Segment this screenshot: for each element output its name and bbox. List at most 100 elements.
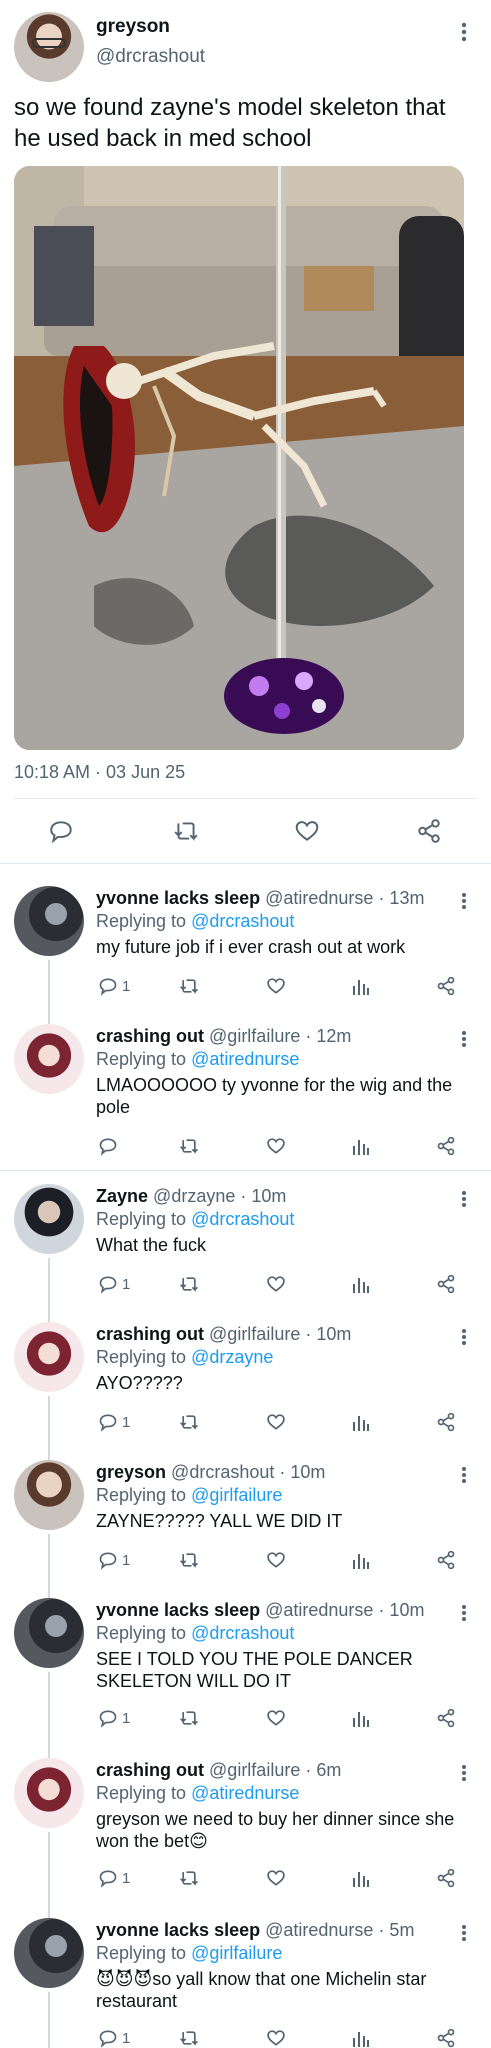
share-icon[interactable] [436,2028,456,2048]
avatar[interactable] [14,886,84,956]
heart-icon[interactable] [266,1550,286,1570]
divider [0,1170,491,1171]
mention-link[interactable]: @girlfailure [191,1485,282,1505]
share-icon[interactable] [436,1550,456,1570]
retweet-icon[interactable] [178,1708,200,1728]
reply-count: 1 [122,1709,131,1727]
reply-text: What the fuck [96,1235,207,1255]
author-name[interactable]: crashing out [96,1760,204,1780]
author-name[interactable]: yvonne lacks sleep [96,888,260,908]
reply-icon[interactable]: 1 [98,976,130,996]
more-icon[interactable] [461,1764,467,1782]
reply-icon[interactable]: 1 [98,1412,130,1432]
analytics-icon[interactable] [352,976,370,996]
retweet-icon[interactable] [178,1412,200,1432]
analytics-icon[interactable] [352,1412,370,1432]
author-name[interactable]: greyson [96,16,170,38]
mention-link[interactable]: @atirednurse [191,1049,299,1069]
heart-icon[interactable] [266,1136,286,1156]
author-name[interactable]: yvonne lacks sleep [96,1600,260,1620]
reply-icon[interactable]: 1 [98,1550,130,1570]
more-icon[interactable] [461,1328,467,1346]
share-icon[interactable] [436,1274,456,1294]
analytics-icon[interactable] [352,2028,370,2048]
reply-text: 😈😈😈so yall know that one Michelin star r… [96,1969,427,2011]
mention-link[interactable]: @girlfailure [191,1943,282,1963]
more-icon[interactable] [461,1604,467,1622]
divider [0,863,491,864]
avatar[interactable] [14,1460,84,1530]
replying-label: Replying to [96,911,192,931]
retweet-icon[interactable] [178,1274,200,1294]
author-name[interactable]: greyson [96,1462,166,1482]
more-icon[interactable] [461,1924,467,1942]
avatar[interactable] [14,1024,84,1094]
mention-link[interactable]: @drcrashout [191,1623,294,1643]
mention-link[interactable]: @drzayne [191,1347,273,1367]
reply-icon[interactable]: 1 [98,1708,130,1728]
heart-icon[interactable] [266,1868,286,1888]
share-icon[interactable] [436,1868,456,1888]
mention-link[interactable]: @drcrashout [191,911,294,931]
reply-icon[interactable] [48,818,74,844]
tweet-text: so we found zayne's model skeleton that … [14,94,446,152]
retweet-icon[interactable] [178,1868,200,1888]
mention-link[interactable]: @atirednurse [191,1783,299,1803]
avatar[interactable] [14,1184,84,1254]
heart-icon[interactable] [266,976,286,996]
heart-icon[interactable] [266,2028,286,2048]
reply-icon[interactable]: 1 [98,1274,130,1294]
reply-icon[interactable]: 1 [98,1868,130,1888]
heart-icon[interactable] [266,1708,286,1728]
analytics-icon[interactable] [352,1868,370,1888]
more-icon[interactable] [461,1466,467,1484]
author-handle[interactable]: @drcrashout [96,46,205,68]
author-name[interactable]: yvonne lacks sleep [96,1920,260,1940]
share-icon[interactable] [436,976,456,996]
avatar[interactable] [14,1918,84,1988]
reply-icon[interactable] [98,1136,122,1156]
tweet-actions [0,1136,491,1166]
heart-icon[interactable] [294,818,320,844]
heart-icon[interactable] [266,1412,286,1432]
author-meta: @atirednurse · 5m [265,1920,415,1940]
more-icon[interactable] [459,22,469,42]
tweet-photo[interactable] [14,166,464,750]
reply-icon[interactable]: 1 [98,2028,130,2048]
avatar[interactable] [14,1322,84,1392]
reply-count: 1 [122,1275,131,1293]
reply-count: 1 [122,1551,131,1569]
avatar[interactable] [14,1758,84,1828]
mention-link[interactable]: @drcrashout [191,1209,294,1229]
main-tweet: greyson @drcrashout so we found zayne's … [0,0,491,864]
analytics-icon[interactable] [352,1274,370,1294]
more-icon[interactable] [461,1190,467,1208]
share-icon[interactable] [436,1136,456,1156]
more-icon[interactable] [461,1030,467,1048]
reply-count: 1 [122,1413,131,1431]
reply-count: 1 [122,1869,131,1887]
retweet-icon[interactable] [178,2028,200,2048]
avatar[interactable] [14,1598,84,1668]
replying-label: Replying to [96,1783,192,1803]
author-name[interactable]: crashing out [96,1324,204,1344]
avatar[interactable] [14,12,84,82]
heart-icon[interactable] [266,1274,286,1294]
share-icon[interactable] [436,1708,456,1728]
retweet-icon[interactable] [178,976,200,996]
share-icon[interactable] [436,1412,456,1432]
analytics-icon[interactable] [352,1708,370,1728]
retweet-icon[interactable] [178,1550,200,1570]
more-icon[interactable] [461,892,467,910]
retweet-icon[interactable] [172,818,200,844]
replying-label: Replying to [96,1347,192,1367]
reply-text: my future job if i ever crash out at wor… [96,937,406,957]
tweet-actions [0,818,491,848]
tweet-actions: 1 [0,2028,491,2048]
analytics-icon[interactable] [352,1550,370,1570]
author-name[interactable]: Zayne [96,1186,148,1206]
share-icon[interactable] [416,818,442,844]
author-name[interactable]: crashing out [96,1026,204,1046]
analytics-icon[interactable] [352,1136,370,1156]
retweet-icon[interactable] [178,1136,200,1156]
